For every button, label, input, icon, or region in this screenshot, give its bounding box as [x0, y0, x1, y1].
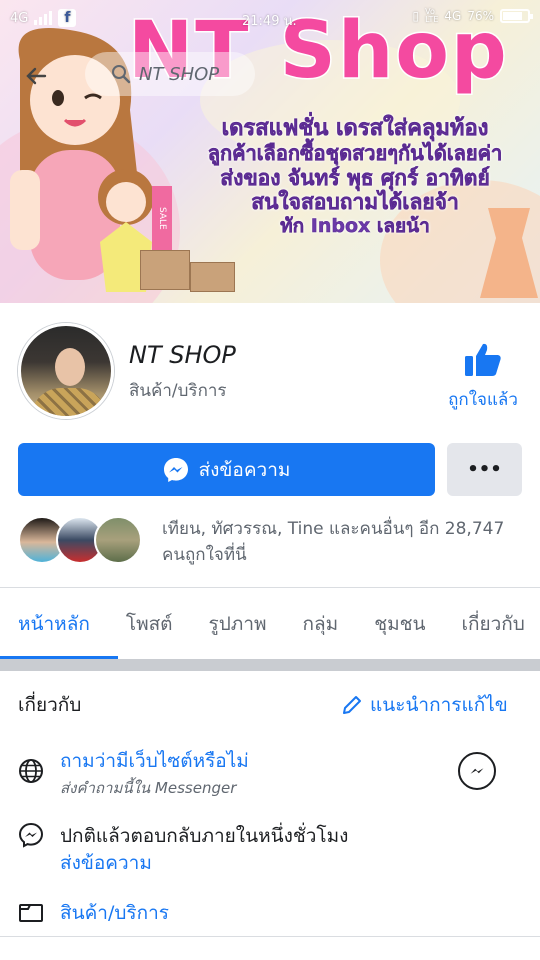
send-message-button[interactable]: ส่งข้อความ	[18, 443, 435, 496]
cover-text: เดรสแฟชั่น เดรสใส่คลุมท้อง ลูกค้าเลือกซื…	[170, 116, 540, 238]
ask-website-link[interactable]: ถามว่ามีเว็บไซต์หรือไม่	[60, 746, 249, 776]
box-decor	[190, 262, 235, 292]
page-category: สินค้า/บริการ	[129, 381, 227, 401]
network-label-right: 4G	[444, 9, 462, 23]
messenger-icon	[163, 457, 188, 482]
search-icon	[112, 65, 131, 84]
response-time: ปกติแล้วตอบกลับภายในหนึ่งชั่วโมง	[60, 825, 349, 847]
tab-about[interactable]: เกี่ยวกับ	[444, 588, 525, 660]
battery-icon	[500, 9, 533, 23]
globe-icon	[18, 758, 44, 784]
messenger-outline-icon	[18, 822, 44, 848]
cover-line: ลูกค้าเลือกซื้อชุดสวยๆกันได้เลยค่า	[207, 140, 503, 165]
status-bar: 4G f 21:49 น. ▯ Vo LTE 4G 76%	[0, 0, 540, 36]
sale-sign: SALE	[152, 186, 172, 250]
cover-photo[interactable]: SALE NT Shop เดรสแฟชั่น เดรสใส่คลุมท้อง …	[0, 0, 540, 303]
section-divider	[0, 659, 540, 671]
likers-summary[interactable]: เทียน, ทัศวรรณ, Tine และคนอื่นๆ อีก 28,7…	[162, 516, 522, 568]
clock: 21:49 น.	[242, 14, 297, 29]
category-icon	[18, 899, 44, 925]
more-options-button[interactable]: •••	[447, 443, 522, 496]
category-link[interactable]: สินค้า/บริการ	[60, 898, 169, 928]
tab-community[interactable]: ชุมชน	[356, 588, 425, 660]
avatar	[94, 516, 142, 564]
cover-line: สนใจสอบถามได้เลยจ้า	[251, 190, 459, 215]
facebook-notification-icon: f	[58, 9, 77, 27]
ask-website-sub: ส่งคำถามนี้ใน Messenger	[60, 779, 237, 797]
liker-avatars[interactable]	[18, 516, 148, 564]
cover-line: ส่งของ จันทร์ พุธ ศุกร์ อาทิตย์	[220, 165, 490, 190]
vibrate-icon: ▯	[412, 9, 420, 23]
volte-icon: Vo LTE	[425, 7, 439, 24]
send-message-label: ส่งข้อความ	[198, 458, 291, 481]
about-heading: เกี่ยวกับ	[18, 694, 82, 716]
network-label: 4G	[10, 10, 29, 26]
cover-line: เดรสแฟชั่น เดรสใส่คลุมท้อง	[221, 116, 489, 141]
box-decor	[140, 250, 190, 290]
tab-posts[interactable]: โพสต์	[108, 588, 173, 660]
suggest-edit-link[interactable]: แนะนำการแก้ไข	[340, 690, 508, 720]
pencil-icon	[343, 696, 361, 714]
page-title: NT SHOP	[129, 341, 236, 369]
messenger-ask-button[interactable]	[458, 752, 496, 790]
suggest-edit-label: แนะนำการแก้ไข	[370, 694, 508, 716]
search-placeholder: NT SHOP	[139, 63, 220, 85]
back-arrow-icon	[26, 67, 47, 85]
page-tabs: หน้าหลัก โพสต์ รูปภาพ กลุ่ม ชุมชน เกี่ยว…	[0, 588, 540, 660]
divider	[0, 936, 540, 937]
battery-percent: 76%	[467, 9, 494, 23]
about-send-message-link[interactable]: ส่งข้อความ	[60, 848, 152, 878]
thumbs-up-icon	[465, 343, 501, 376]
signal-icon	[34, 11, 53, 25]
search-input[interactable]: NT SHOP	[85, 52, 255, 96]
tab-home[interactable]: หน้าหลัก	[0, 588, 90, 660]
like-button[interactable]: ถูกใจแล้ว	[440, 342, 526, 413]
messenger-icon	[470, 768, 484, 774]
back-button[interactable]	[18, 58, 54, 94]
tab-photos[interactable]: รูปภาพ	[191, 588, 267, 660]
tab-groups[interactable]: กลุ่ม	[285, 588, 339, 660]
profile-avatar[interactable]	[18, 323, 114, 419]
like-label: ถูกใจแล้ว	[448, 390, 518, 410]
cover-line: ทัก Inbox เลยน้า	[280, 215, 430, 238]
